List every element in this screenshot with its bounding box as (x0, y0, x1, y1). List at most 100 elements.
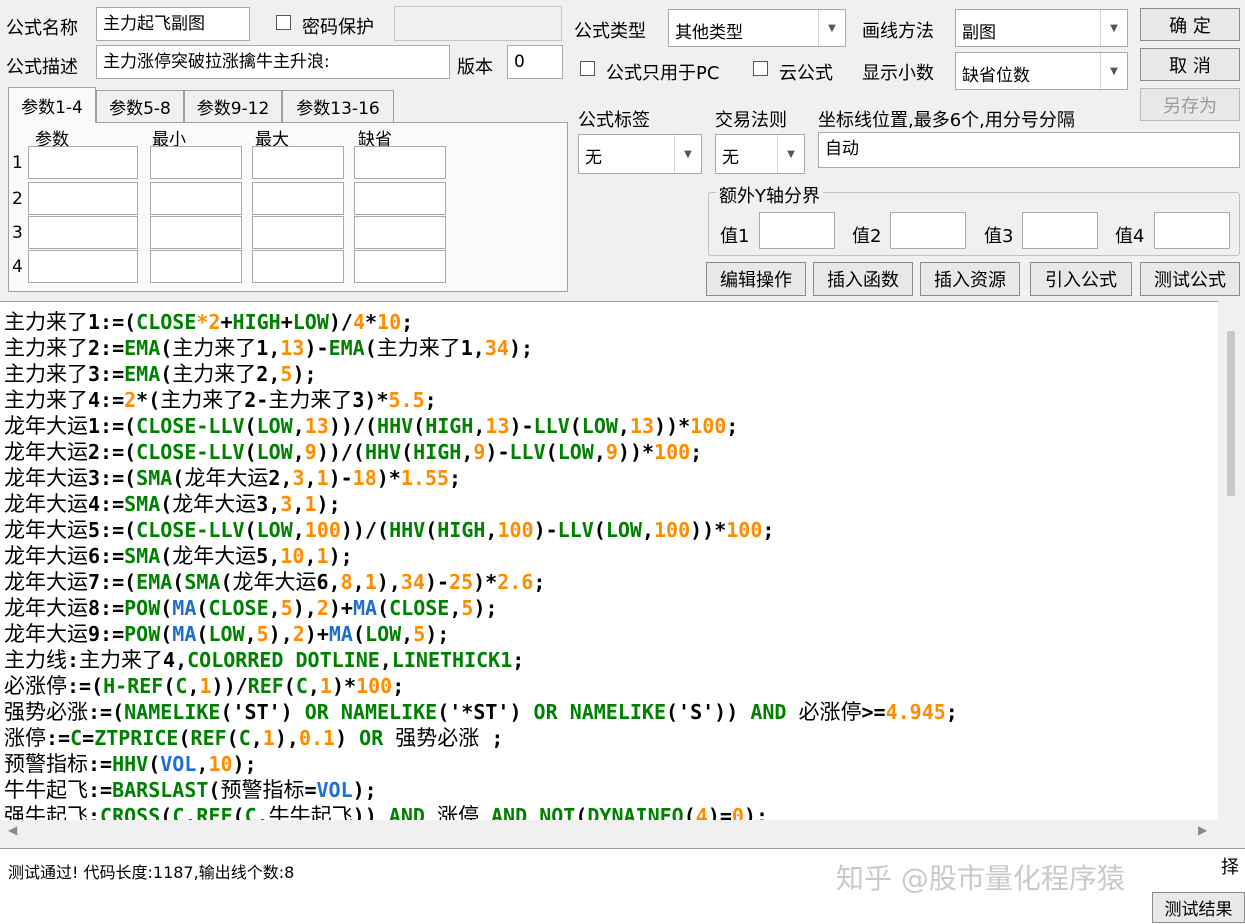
code-token: 龙年大运 (4, 518, 88, 542)
version-input[interactable]: 0 (507, 45, 563, 79)
code-token: ); (508, 336, 534, 360)
code-token: , (292, 440, 305, 464)
code-token: LOW (365, 622, 402, 646)
code-token: )+ (328, 596, 353, 620)
insert-function-button[interactable]: 插入函数 (813, 262, 913, 296)
param-min-input[interactable] (150, 146, 242, 179)
scroll-left-icon[interactable]: ◀ (8, 823, 17, 837)
cancel-button[interactable]: 取 消 (1140, 48, 1240, 81)
code-token: 5.5 (388, 388, 425, 412)
code-token: C (295, 674, 308, 698)
code-token: 牛牛起飞 (268, 804, 353, 821)
code-token: 5:=( (88, 518, 137, 542)
tag-select[interactable]: 无 ▼ (578, 134, 702, 174)
horizontal-scrollbar[interactable]: ◀ ▶ (0, 820, 1218, 844)
code-token: , (307, 674, 320, 698)
save-as-button[interactable]: 另存为 (1140, 88, 1240, 121)
vertical-scrollbar[interactable] (1218, 301, 1245, 820)
code-token: 10 (208, 752, 233, 776)
code-token: ); (473, 596, 498, 620)
code-line: 龙年大运3:=(SMA(龙年大运2,3,1)-18)*1.55; (4, 462, 461, 490)
code-token: 100 (304, 518, 341, 542)
param-name-input[interactable] (28, 182, 138, 215)
test-formula-button[interactable]: 测试公式 (1140, 262, 1240, 296)
cloud-checkbox[interactable] (753, 61, 768, 76)
tab-params-5-8[interactable]: 参数5-8 (96, 90, 184, 122)
code-token: LOW (557, 440, 594, 464)
cloud-label: 云公式 (779, 63, 833, 84)
scroll-thumb[interactable] (1227, 331, 1235, 496)
code-token: 强牛起飞 (4, 804, 88, 821)
param-max-input[interactable] (252, 146, 344, 179)
code-token: 5 (256, 622, 269, 646)
code-token: SMA (124, 544, 161, 568)
param-row-number: 2 (12, 189, 23, 209)
code-token: 2, (268, 466, 293, 490)
param-min-input[interactable] (150, 250, 242, 283)
tab-params-9-12[interactable]: 参数9-12 (184, 90, 282, 122)
formula-desc-input[interactable]: 主力涨停突破拉涨擒牛主升浪: (96, 45, 450, 79)
decimal-select[interactable]: 缺省位数 ▼ (955, 52, 1128, 90)
code-token: )- (509, 414, 534, 438)
code-token: 龙年大运 (4, 440, 88, 464)
code-token: ( (232, 804, 245, 821)
param-name-input[interactable] (28, 146, 138, 179)
code-line: 强势必涨:=(NAMELIKE('ST') OR NAMELIKE('*ST')… (4, 696, 958, 724)
param-default-input[interactable] (354, 216, 446, 249)
y-value-3-input[interactable] (1022, 212, 1098, 249)
code-token: ); (328, 544, 353, 568)
password-checkbox[interactable] (276, 15, 291, 30)
code-token: + (220, 310, 233, 334)
param-name-input[interactable] (28, 250, 138, 283)
code-token: 预警指标 (4, 752, 88, 776)
test-result-button[interactable]: 测试结果 (1152, 892, 1245, 923)
tab-params-1-4[interactable]: 参数1-4 (8, 87, 96, 123)
code-token: 主力来了 (172, 362, 257, 386)
param-default-input[interactable] (354, 146, 446, 179)
param-max-input[interactable] (252, 182, 344, 215)
edit-ops-button[interactable]: 编辑操作 (706, 262, 806, 296)
trade-rule-select[interactable]: 无 ▼ (715, 134, 805, 174)
insert-resource-button[interactable]: 插入资源 (920, 262, 1020, 296)
code-token: . (256, 804, 269, 821)
code-token: 龙年大运 (4, 492, 88, 516)
chevron-down-icon: ▼ (1100, 53, 1127, 89)
code-token: ), (268, 622, 293, 646)
param-min-input[interactable] (150, 182, 242, 215)
param-max-input[interactable] (252, 216, 344, 249)
formula-type-select[interactable]: 其他类型 ▼ (668, 9, 846, 47)
code-token: LINETHICK1 (391, 648, 513, 672)
formula-type-value: 其他类型 (675, 23, 743, 43)
pc-only-checkbox[interactable] (580, 61, 595, 76)
code-token: := (88, 778, 113, 802)
y-value-2-input[interactable] (890, 212, 966, 249)
code-token: 主力来了 (79, 648, 164, 672)
scroll-right-icon[interactable]: ▶ (1198, 823, 1207, 837)
code-token: 4 (695, 804, 708, 821)
code-token: CLOSE (136, 310, 197, 334)
param-default-input[interactable] (354, 182, 446, 215)
param-default-input[interactable] (354, 250, 446, 283)
code-token: 4 (352, 310, 366, 334)
draw-method-select[interactable]: 副图 ▼ (955, 9, 1128, 47)
code-token: ; (945, 700, 958, 724)
code-token: NAMELIKE (569, 700, 667, 724)
partial-button[interactable]: 择 (1150, 848, 1245, 884)
code-token: 3 (280, 492, 293, 516)
code-token: )- (485, 440, 510, 464)
code-line: 预警指标:=HHV(VOL,10); (4, 748, 257, 776)
param-max-input[interactable] (252, 250, 344, 283)
code-editor[interactable]: 主力来了1:=(CLOSE*2+HIGH+LOW)/4*10; 主力来了2:=EM… (0, 301, 1218, 821)
y-value-4-input[interactable] (1154, 212, 1230, 249)
tab-params-13-16[interactable]: 参数13-16 (282, 90, 394, 122)
y-value-1-input[interactable] (759, 212, 835, 249)
axis-line-input[interactable]: 自动 (818, 132, 1240, 168)
chevron-down-icon: ▼ (818, 10, 845, 46)
ok-button[interactable]: 确 定 (1140, 8, 1240, 41)
param-name-input[interactable] (28, 216, 138, 249)
code-token: HHV (112, 752, 149, 776)
formula-name-input[interactable]: 主力起飞副图 (96, 7, 250, 41)
import-formula-button[interactable]: 引入公式 (1030, 262, 1132, 296)
param-min-input[interactable] (150, 216, 242, 249)
y-value-4-label: 值4 (1115, 226, 1145, 247)
